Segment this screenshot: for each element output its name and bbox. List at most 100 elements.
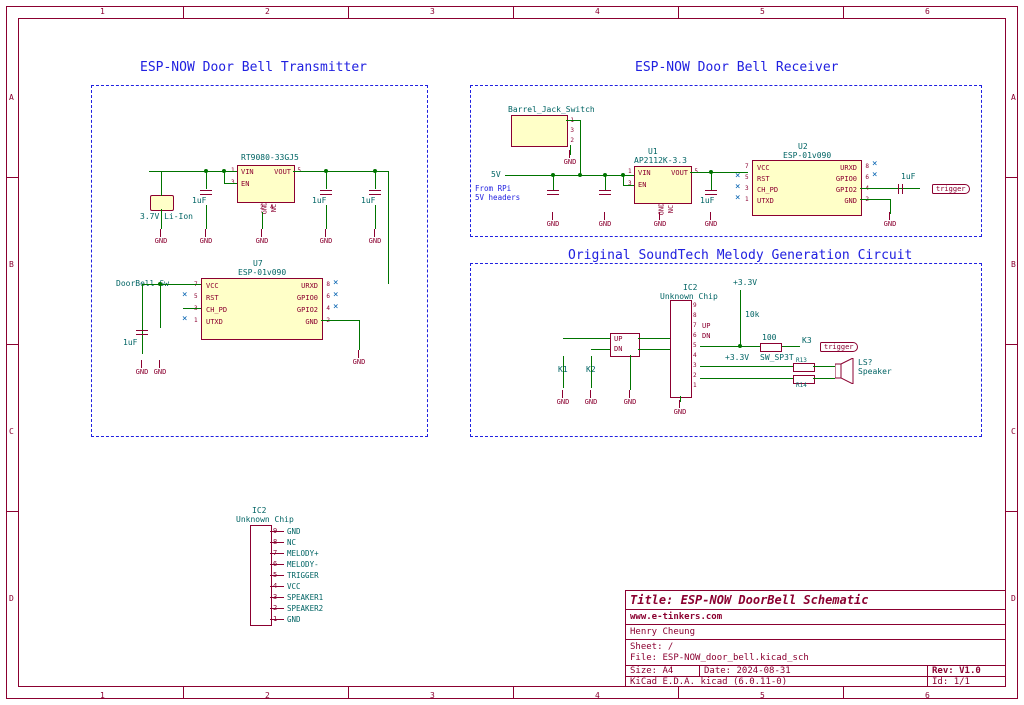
wire	[321, 320, 359, 321]
tick	[6, 344, 18, 345]
updn: UP DN	[610, 333, 640, 357]
gnd-icon: GND	[151, 237, 171, 245]
junction	[551, 173, 555, 177]
wire	[224, 183, 237, 184]
note-from-rpi: From RPi	[475, 184, 511, 193]
wire	[890, 199, 891, 214]
speaker-icon	[835, 358, 857, 388]
wire	[605, 175, 606, 190]
tick	[1006, 177, 1018, 178]
gnd-icon: GND	[701, 220, 721, 228]
tick	[183, 687, 184, 699]
wire	[326, 205, 327, 229]
gnd-icon: GND	[349, 358, 369, 366]
esp-rx: VCC RST CH_PD UTXD URXD GPIO0 GPIO2 GND …	[752, 160, 862, 216]
wire	[860, 188, 920, 189]
noconnect-icon: ×	[735, 195, 740, 201]
ic2-body	[670, 300, 692, 398]
regulator-rx: VIN EN VOUT 1 3 5	[634, 166, 692, 204]
tick	[1006, 511, 1018, 512]
schematic-sheet: 1 2 3 4 5 6 1 2 3 4 5 6 A B C D A B C D …	[0, 0, 1024, 705]
tick	[348, 6, 349, 18]
section-tx-title: ESP-NOW Door Bell Transmitter	[140, 60, 367, 75]
tick	[1006, 344, 1018, 345]
noconnect-icon: ×	[182, 292, 187, 298]
wire	[680, 396, 681, 402]
note-5v-headers: 5V headers	[475, 193, 520, 202]
tick	[513, 687, 514, 699]
regulator-tx: VIN EN VOUT 1 3 5 2 4	[237, 165, 295, 203]
section-rx-title: ESP-NOW Door Bell Receiver	[635, 60, 839, 75]
gnd-icon: GND	[553, 398, 573, 406]
tick	[6, 177, 18, 178]
wire	[591, 349, 610, 350]
gnd-icon: GND	[560, 158, 580, 166]
gnd-icon: GND	[316, 237, 336, 245]
esp-tx-type: ESP-01v090	[238, 268, 286, 277]
junction	[738, 344, 742, 348]
wire	[566, 120, 580, 121]
r13	[793, 363, 815, 372]
wire	[505, 175, 634, 176]
noconnect-icon: ×	[872, 172, 877, 178]
battery	[150, 195, 174, 211]
junction	[603, 173, 607, 177]
gnd-icon: GND	[132, 368, 152, 376]
barrel-jack: 1 3 2	[511, 115, 568, 147]
gnd-icon: GND	[365, 237, 385, 245]
res-100	[760, 343, 782, 352]
tick	[678, 687, 679, 699]
junction	[578, 173, 582, 177]
wire	[700, 346, 800, 347]
wire	[563, 338, 610, 339]
5v-label: 5V	[491, 170, 501, 179]
wire	[638, 349, 670, 350]
noconnect-icon: ×	[872, 161, 877, 167]
gnd-icon: GND	[252, 237, 272, 245]
noconnect-icon: ×	[333, 292, 338, 298]
noconnect-icon: ×	[333, 280, 338, 286]
wire	[183, 308, 201, 309]
wire	[623, 185, 634, 186]
wire	[740, 290, 741, 346]
wire	[161, 209, 162, 229]
title-block: Title: ESP-NOW DoorBell Schematic www.e-…	[625, 590, 1006, 687]
trigger-flag: trigger	[820, 342, 858, 352]
tick	[6, 511, 18, 512]
wire	[630, 355, 631, 390]
wire	[813, 378, 835, 379]
wire	[206, 205, 207, 229]
noconnect-icon: ×	[182, 316, 187, 322]
wire	[375, 171, 388, 172]
tick	[678, 6, 679, 18]
junction	[709, 170, 713, 174]
wire	[711, 172, 712, 190]
tick	[348, 687, 349, 699]
gnd-icon: GND	[670, 408, 690, 416]
wire	[553, 175, 554, 190]
wire	[160, 284, 201, 285]
section-melody	[470, 263, 982, 437]
wire	[161, 171, 162, 196]
tick	[183, 6, 184, 18]
noconnect-icon: ×	[333, 304, 338, 310]
wire	[262, 212, 263, 229]
wire	[700, 378, 793, 379]
section-melody-title: Original SoundTech Melody Generation Cir…	[568, 248, 912, 263]
wire	[142, 284, 143, 354]
wire	[700, 366, 793, 367]
esp-tx: VCC RST CH_PD UTXD URXD GPIO0 GPIO2 GND …	[201, 278, 323, 340]
wire	[860, 199, 890, 200]
wire	[206, 171, 207, 189]
ic2-footprint	[250, 525, 272, 626]
gnd-icon: GND	[581, 398, 601, 406]
battery-label: 3.7V Li-Ion	[140, 212, 193, 221]
gnd-icon: GND	[620, 398, 640, 406]
junction	[222, 169, 226, 173]
wire	[359, 320, 360, 350]
junction	[324, 169, 328, 173]
wire	[563, 356, 564, 388]
trigger-flag: trigger	[932, 184, 970, 194]
tick	[843, 6, 844, 18]
wire	[388, 171, 389, 284]
